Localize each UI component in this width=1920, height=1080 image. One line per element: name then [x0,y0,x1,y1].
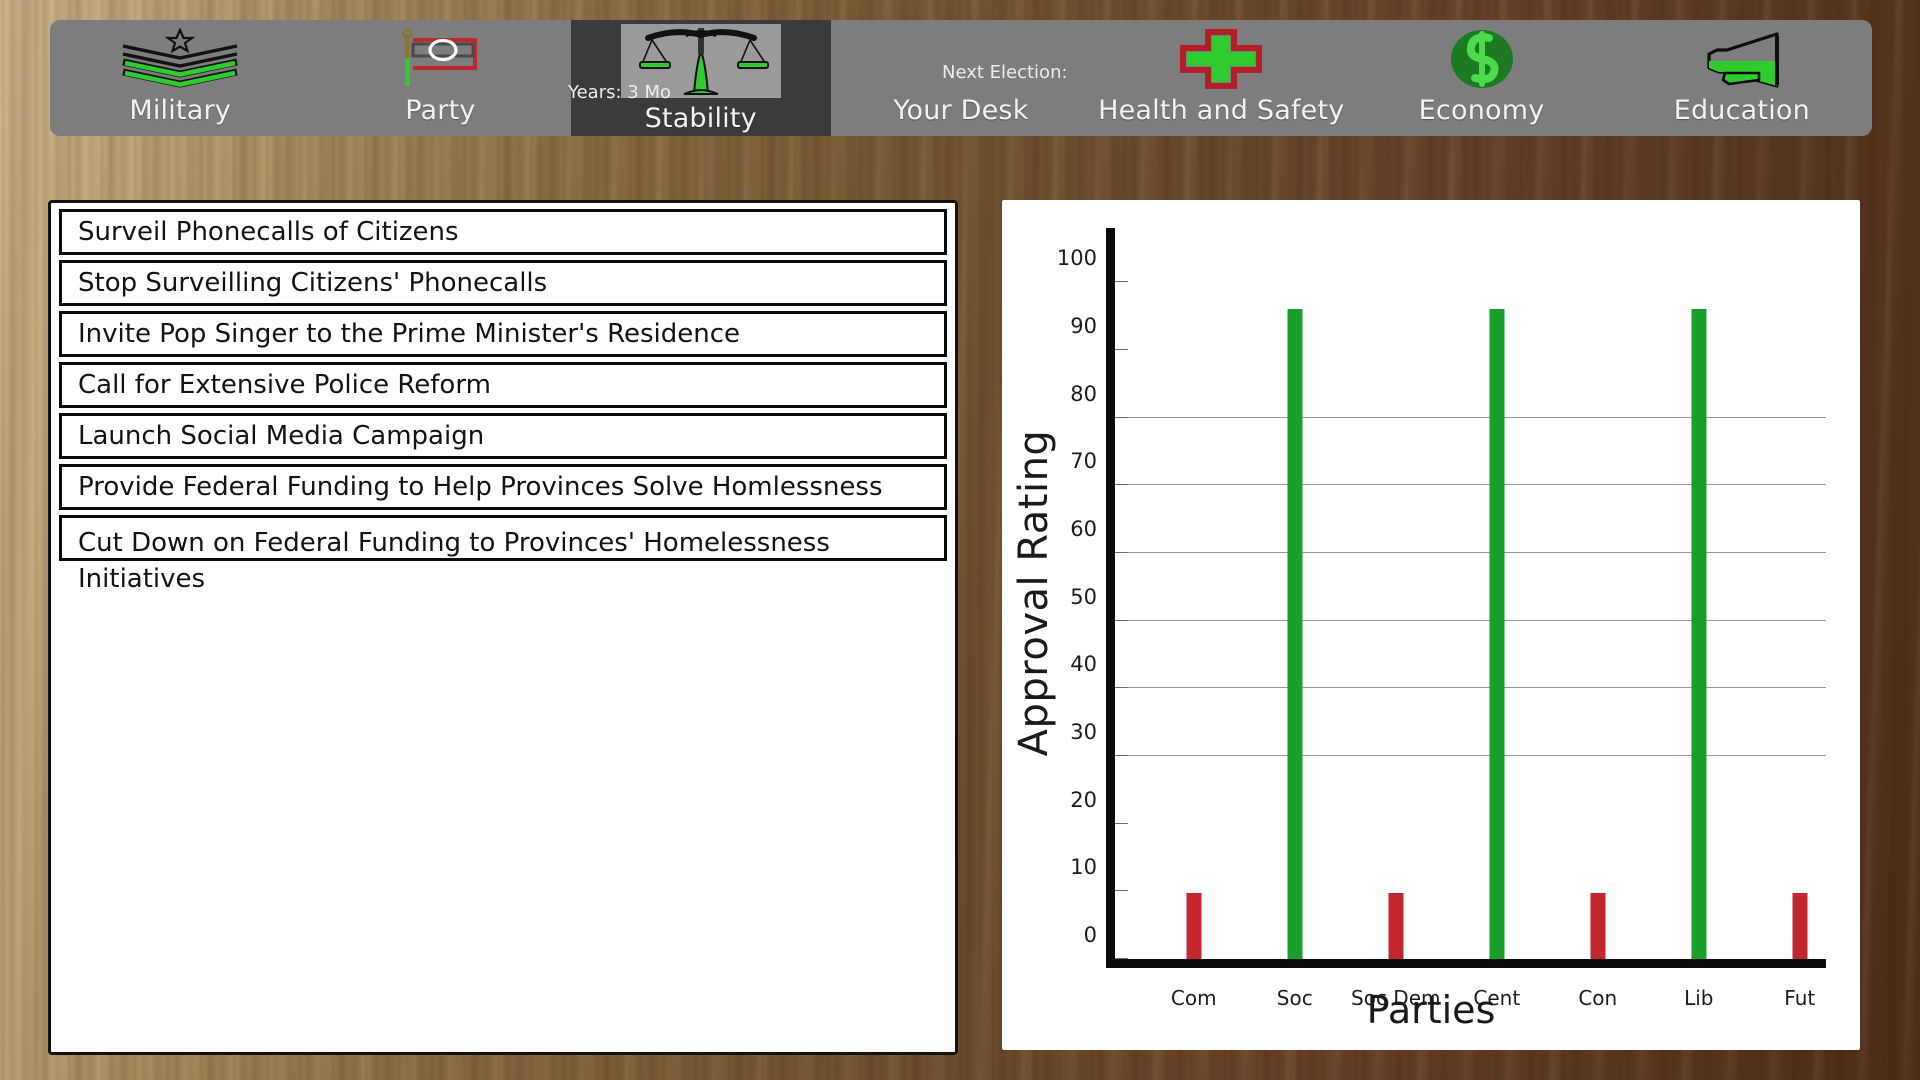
y-tick-label: 70 [1070,449,1097,473]
y-tick-label: 80 [1070,382,1097,406]
gridline [1115,552,1826,553]
y-tick-label: 0 [1084,923,1097,947]
bar-com [1186,893,1201,959]
top-navigation-bar: Military Party [50,20,1872,136]
y-tick-label: 60 [1070,517,1097,541]
y-tick-mark [1115,890,1128,891]
gridline [1115,687,1826,688]
y-tick-label: 90 [1070,314,1097,338]
nav-tab-label: Stability [645,104,757,134]
policy-option-label: Provide Federal Funding to Help Province… [78,472,883,502]
policy-options-panel: Surveil Phonecalls of Citizens Stop Surve… [48,200,958,1055]
policy-option-0[interactable]: Surveil Phonecalls of Citizens [59,209,947,255]
gridline [1115,620,1826,621]
gridline [1115,484,1826,485]
y-tick-mark [1115,281,1128,282]
y-tick-mark [1115,755,1128,756]
policy-option-label: Cut Down on Federal Funding to Provinces… [78,525,908,597]
y-tick-mark [1115,484,1128,485]
game-screen: Military Party [0,0,1920,1080]
bar-cent [1489,309,1504,959]
y-tick-label: 40 [1070,652,1097,676]
nav-tab-military[interactable]: Military [50,20,310,136]
nav-tab-party[interactable]: Party [310,20,570,136]
nav-tab-economy[interactable]: Economy [1351,20,1611,136]
y-tick-mark [1115,823,1128,824]
y-tick-mark [1115,958,1128,959]
bar-lib [1691,309,1706,959]
bar-soc [1287,309,1302,959]
policy-option-4[interactable]: Launch Social Media Campaign [59,413,947,459]
gridline [1115,417,1826,418]
nav-tab-label: Party [405,96,475,126]
y-tick-label: 10 [1070,855,1097,879]
chart-canvas: Approval Rating 0102030405060708090100 C… [1002,200,1860,1050]
chevron-rank-insignia-icon [115,28,245,90]
y-tick-label: 30 [1070,720,1097,744]
policy-list: Surveil Phonecalls of Citizens Stop Surve… [59,209,947,561]
y-tick-mark [1115,417,1128,418]
y-tick-label: 20 [1070,788,1097,812]
approval-rating-chart-panel: Approval Rating 0102030405060708090100 C… [1002,200,1860,1050]
policy-option-5[interactable]: Provide Federal Funding to Help Province… [59,464,947,510]
policy-option-6[interactable]: Cut Down on Federal Funding to Provinces… [59,515,947,561]
policy-option-1[interactable]: Stop Surveilling Citizens' Phonecalls [59,260,947,306]
policy-option-label: Launch Social Media Campaign [78,421,484,451]
policy-option-label: Stop Surveilling Citizens' Phonecalls [78,268,547,298]
chart-y-axis-label: Approval Rating [1011,393,1057,793]
policy-option-label: Call for Extensive Police Reform [78,370,491,400]
policy-option-3[interactable]: Call for Extensive Police Reform [59,362,947,408]
gridline [1115,755,1826,756]
policy-option-2[interactable]: Invite Pop Singer to the Prime Minister'… [59,311,947,357]
chart-x-axis-line [1106,959,1826,968]
nav-tab-label: Your Desk [893,96,1028,126]
y-tick-mark [1115,349,1128,350]
nav-tab-label: Education [1674,96,1810,126]
y-tick-mark [1115,687,1128,688]
medical-cross-icon [1171,28,1271,90]
y-tick-label: 50 [1070,585,1097,609]
chart-y-axis-line [1106,228,1115,968]
nav-tab-health-and-safety[interactable]: Health and Safety [1091,20,1351,136]
y-tick-mark [1115,552,1128,553]
y-tick-mark [1115,620,1128,621]
policy-option-label: Invite Pop Singer to the Prime Minister'… [78,319,740,349]
nav-tab-stability[interactable]: Stability [571,20,831,136]
megaphone-icon [1687,28,1797,90]
nav-tab-label: Military [129,96,231,126]
policy-option-label: Surveil Phonecalls of Citizens [78,217,459,247]
flag-icon [385,28,495,90]
nav-tab-education[interactable]: Education [1612,20,1872,136]
nav-tab-label: Economy [1419,96,1545,126]
nav-tab-label: Health and Safety [1098,96,1344,126]
dollar-globe-icon [1439,28,1525,90]
bar-soc-dem [1388,893,1403,959]
chart-plot-area: 0102030405060708090100 ComSocSoc DemCent… [1106,228,1822,968]
balance-scales-icon [621,24,781,98]
y-tick-label: 100 [1057,246,1097,270]
nav-tab-your-desk[interactable]: Your Desk [831,20,1091,136]
chart-x-axis-label: Parties [1002,988,1860,1032]
bar-fut [1792,893,1807,959]
bar-con [1590,893,1605,959]
